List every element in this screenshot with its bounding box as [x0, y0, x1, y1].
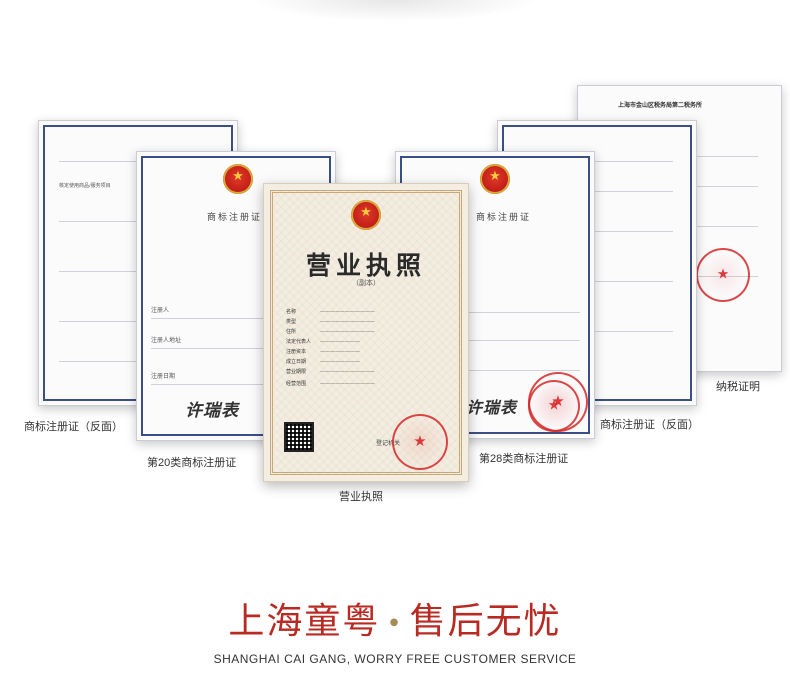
slogan-dot: • [386, 609, 404, 639]
caption-trademark-class-28: 第28类商标注册证 [479, 453, 569, 465]
qr-code-icon [284, 422, 314, 452]
caption-trademark-back-left: 商标注册证（反面） [24, 421, 123, 433]
national-emblem-icon [223, 164, 253, 194]
license-field: 营业期限 ——————————— [286, 369, 375, 375]
license-field: 住所 ——————————— [286, 329, 375, 335]
license-field: 名称 ——————————— [286, 309, 375, 315]
license-field: 注册资本 ———————— [286, 349, 360, 355]
license-field: 成立日期 ———————— [286, 359, 360, 365]
tax-seal-icon [696, 248, 750, 302]
business-license: 营业执照 （副本） 名称——————————— 类型——————————— 住所… [263, 183, 469, 482]
signature: 许瑞表 [185, 401, 239, 421]
field-registrant-address: 注册人地址 [151, 337, 182, 344]
field-registrant: 注册人 [151, 307, 170, 314]
trademark-title: 商标注册证 [476, 213, 532, 223]
slogan-right: 售后无忧 [409, 601, 562, 642]
national-emblem-icon [351, 200, 381, 230]
slogan-subtitle: SHANGHAI CAI GANG, WORRY FREE CUSTOMER S… [213, 652, 577, 666]
slogan: 上海童粤 • 售后无忧 [0, 592, 790, 644]
signature: 许瑞表 [466, 398, 518, 417]
field-registration-date: 注册日期 [151, 373, 176, 380]
license-field: 类型 ——————————— [286, 319, 375, 325]
red-seal-icon [392, 414, 448, 470]
red-seal-icon [528, 372, 588, 432]
license-field: 法定代表人 ———————— [286, 339, 360, 345]
goods-services-header: 核定使用商品/服务项目 [59, 183, 111, 189]
caption-trademark-back-right: 商标注册证（反面） [600, 419, 699, 431]
certificate-showcase: 上海市金山区税务局第二税务所 商标注册证 许瑞表 核定使用商品/服务项目 商标 [0, 0, 790, 560]
caption-tax-certificate: 纳税证明 [716, 381, 760, 393]
caption-business-license: 营业执照 [339, 491, 383, 503]
license-title: 营业执照 [305, 251, 426, 280]
national-emblem-icon [480, 164, 510, 194]
license-subtitle: （副本） [352, 279, 380, 287]
tax-certificate-header: 上海市金山区税务局第二税务所 [618, 102, 703, 109]
trademark-title: 商标注册证 [207, 213, 263, 223]
caption-trademark-class-20: 第20类商标注册证 [147, 457, 237, 469]
license-field: 经营范围 ——————————— [286, 381, 375, 387]
slogan-left: 上海童粤 [228, 601, 381, 642]
